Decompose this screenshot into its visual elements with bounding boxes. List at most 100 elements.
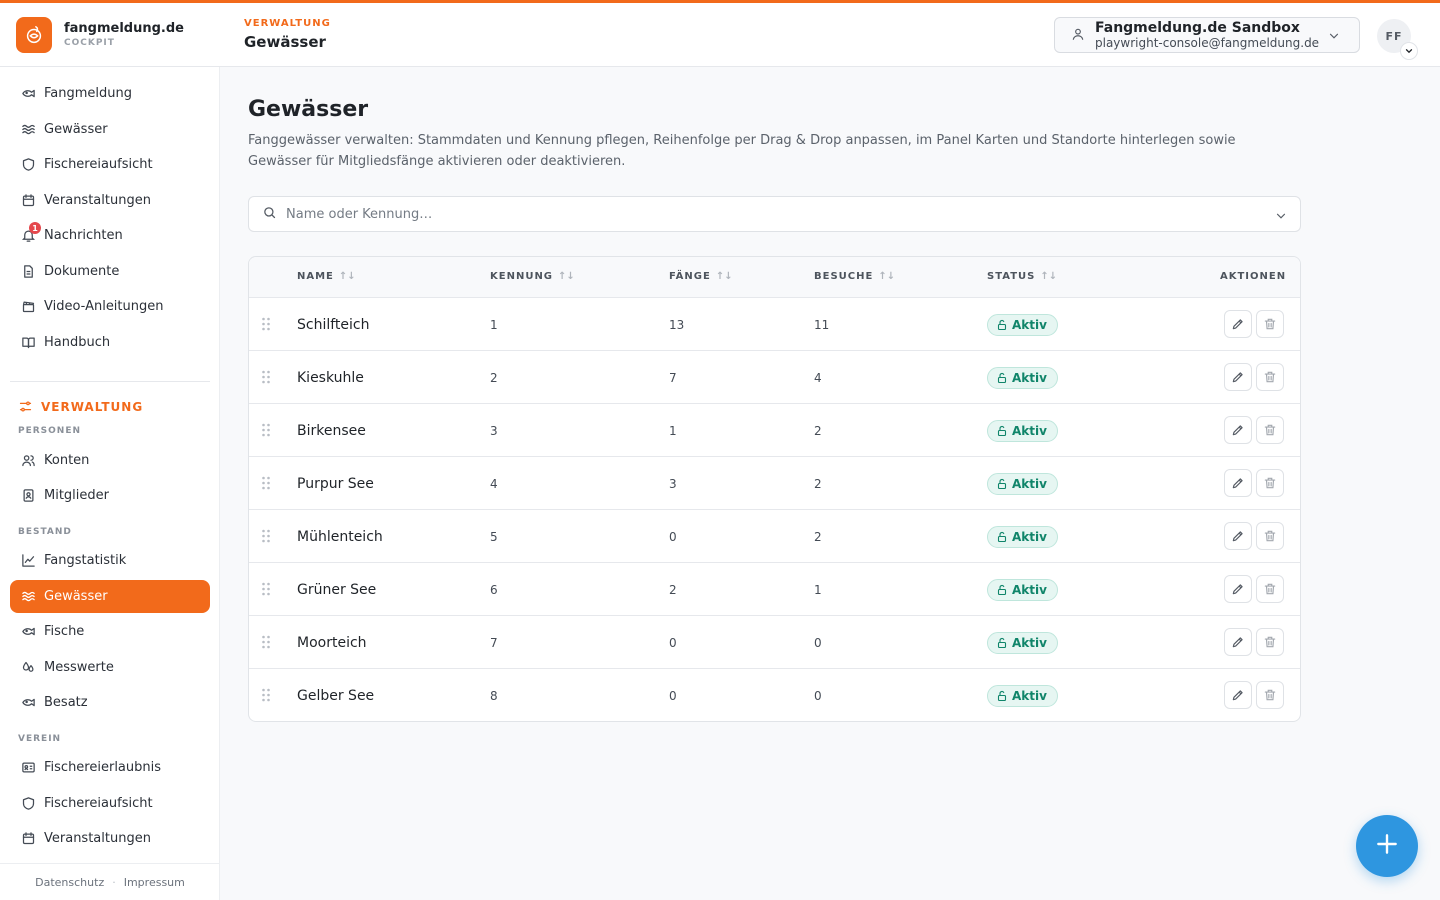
table-row[interactable]: Kieskuhle 2 7 4 Aktiv bbox=[249, 351, 1300, 404]
table-row[interactable]: Gelber See 8 0 0 Aktiv bbox=[249, 669, 1300, 721]
drag-handle-icon[interactable] bbox=[261, 316, 271, 335]
column-header-faenge[interactable]: FÄNGE ↑↓ bbox=[669, 271, 733, 282]
water-name: Moorteich bbox=[297, 634, 367, 651]
edit-button[interactable] bbox=[1224, 681, 1252, 709]
add-water-button[interactable] bbox=[1356, 815, 1418, 877]
edit-button[interactable] bbox=[1224, 363, 1252, 391]
column-label: KENNUNG bbox=[490, 271, 554, 282]
sidebar-item-konten[interactable]: Konten bbox=[10, 444, 210, 477]
column-label: STATUS bbox=[987, 271, 1036, 282]
status-badge[interactable]: Aktiv bbox=[987, 578, 1058, 601]
sidebar-item-fischereiaufsicht[interactable]: Fischereiaufsicht bbox=[10, 148, 210, 181]
delete-button[interactable] bbox=[1256, 310, 1284, 338]
table-row[interactable]: Mühlenteich 5 0 2 Aktiv bbox=[249, 510, 1300, 563]
delete-button[interactable] bbox=[1256, 363, 1284, 391]
fish-icon bbox=[20, 624, 36, 640]
drag-handle-icon[interactable] bbox=[261, 422, 271, 441]
drag-handle-icon[interactable] bbox=[261, 581, 271, 600]
status-badge[interactable]: Aktiv bbox=[987, 366, 1058, 389]
sidebar-item-fangstatistik[interactable]: Fangstatistik bbox=[10, 544, 210, 577]
column-header-status[interactable]: STATUS ↑↓ bbox=[987, 271, 1057, 282]
users-icon bbox=[20, 453, 36, 469]
sidebar-item-label: Fangmeldung bbox=[44, 86, 132, 101]
sidebar-item-gewaesser-active[interactable]: Gewässer bbox=[10, 580, 210, 613]
sidebar-item-besatz[interactable]: Besatz bbox=[10, 686, 210, 719]
delete-button[interactable] bbox=[1256, 469, 1284, 497]
delete-button[interactable] bbox=[1256, 575, 1284, 603]
chart-line-icon bbox=[20, 553, 36, 569]
status-badge[interactable]: Aktiv bbox=[987, 684, 1058, 707]
top-header: fangmeldung.de COCKPIT VERWALTUNG Gewäss… bbox=[0, 3, 1440, 67]
imprint-link[interactable]: Impressum bbox=[124, 876, 185, 889]
sidebar-item-label: Fangstatistik bbox=[44, 553, 127, 568]
sidebar-item-label: Messwerte bbox=[44, 660, 114, 675]
search-input[interactable]: Name oder Kennung… bbox=[286, 207, 432, 222]
sidebar-item-fischereiaufsicht-verein[interactable]: Fischereiaufsicht bbox=[10, 787, 210, 820]
sidebar-item-video-anleitungen[interactable]: Video-Anleitungen bbox=[10, 290, 210, 323]
drag-handle-icon[interactable] bbox=[261, 369, 271, 388]
water-kennung: 1 bbox=[490, 317, 498, 332]
trash-icon bbox=[1263, 582, 1277, 596]
delete-button[interactable] bbox=[1256, 628, 1284, 656]
drag-handle-icon[interactable] bbox=[261, 475, 271, 494]
table-row[interactable]: Grüner See 6 2 1 Aktiv bbox=[249, 563, 1300, 616]
sidebar-item-gewaesser[interactable]: Gewässer bbox=[10, 113, 210, 146]
sidebar-item-label: Veranstaltungen bbox=[44, 831, 151, 846]
delete-button[interactable] bbox=[1256, 416, 1284, 444]
column-label: NAME bbox=[297, 271, 334, 282]
drag-handle-icon[interactable] bbox=[261, 634, 271, 653]
status-label: Aktiv bbox=[1012, 635, 1047, 650]
unlock-icon bbox=[996, 478, 1008, 490]
status-badge[interactable]: Aktiv bbox=[987, 472, 1058, 495]
sidebar-item-messwerte[interactable]: Messwerte bbox=[10, 651, 210, 684]
table-row[interactable]: Schilfteich 1 13 11 Aktiv bbox=[249, 298, 1300, 351]
edit-button[interactable] bbox=[1224, 469, 1252, 497]
sidebar-item-fangmeldung[interactable]: Fangmeldung bbox=[10, 77, 210, 110]
sort-icon: ↑↓ bbox=[715, 271, 733, 282]
avatar-chevron-down-icon[interactable] bbox=[1400, 42, 1418, 60]
calendar-icon bbox=[20, 193, 36, 209]
water-kennung: 5 bbox=[490, 529, 498, 544]
delete-button[interactable] bbox=[1256, 522, 1284, 550]
table-row[interactable]: Birkensee 3 1 2 Aktiv bbox=[249, 404, 1300, 457]
page-title: Gewässer bbox=[248, 97, 369, 122]
water-faenge: 2 bbox=[669, 582, 677, 597]
app-logo[interactable] bbox=[16, 17, 52, 53]
status-badge[interactable]: Aktiv bbox=[987, 313, 1058, 336]
edit-button[interactable] bbox=[1224, 575, 1252, 603]
sidebar-item-veranstaltungen-verein[interactable]: Veranstaltungen bbox=[10, 822, 210, 855]
tenant-switcher[interactable]: Fangmeldung.de Sandbox playwright-consol… bbox=[1054, 17, 1360, 53]
water-name: Grüner See bbox=[297, 581, 377, 598]
status-label: Aktiv bbox=[1012, 476, 1047, 491]
drag-handle-icon[interactable] bbox=[261, 528, 271, 547]
column-header-kennung[interactable]: KENNUNG ↑↓ bbox=[490, 271, 575, 282]
column-header-name[interactable]: NAME ↑↓ bbox=[297, 271, 356, 282]
status-badge[interactable]: Aktiv bbox=[987, 631, 1058, 654]
column-header-besuche[interactable]: BESUCHE ↑↓ bbox=[814, 271, 895, 282]
sidebar-footer: Datenschutz · Impressum bbox=[0, 863, 220, 900]
sidebar-item-fische[interactable]: Fische bbox=[10, 615, 210, 648]
status-cell: Aktiv bbox=[987, 298, 1058, 351]
plus-icon bbox=[1374, 831, 1400, 861]
status-badge[interactable]: Aktiv bbox=[987, 525, 1058, 548]
chevron-down-icon[interactable] bbox=[1274, 208, 1288, 227]
search-box[interactable]: Name oder Kennung… bbox=[248, 196, 1301, 232]
edit-button[interactable] bbox=[1224, 310, 1252, 338]
table-row[interactable]: Purpur See 4 3 2 Aktiv bbox=[249, 457, 1300, 510]
shield-icon bbox=[20, 796, 36, 812]
privacy-link[interactable]: Datenschutz bbox=[35, 876, 104, 889]
status-cell: Aktiv bbox=[987, 351, 1058, 404]
sidebar-item-veranstaltungen[interactable]: Veranstaltungen bbox=[10, 184, 210, 217]
delete-button[interactable] bbox=[1256, 681, 1284, 709]
status-badge[interactable]: Aktiv bbox=[987, 419, 1058, 442]
edit-button[interactable] bbox=[1224, 416, 1252, 444]
sidebar-item-handbuch[interactable]: Handbuch bbox=[10, 326, 210, 359]
edit-button[interactable] bbox=[1224, 522, 1252, 550]
trash-icon bbox=[1263, 317, 1277, 331]
sidebar-item-fischereierlaubnis[interactable]: Fischereierlaubnis bbox=[10, 751, 210, 784]
table-row[interactable]: Moorteich 7 0 0 Aktiv bbox=[249, 616, 1300, 669]
edit-button[interactable] bbox=[1224, 628, 1252, 656]
sidebar-item-mitglieder[interactable]: Mitglieder bbox=[10, 479, 210, 512]
drag-handle-icon[interactable] bbox=[261, 687, 271, 706]
sidebar-item-dokumente[interactable]: Dokumente bbox=[10, 255, 210, 288]
